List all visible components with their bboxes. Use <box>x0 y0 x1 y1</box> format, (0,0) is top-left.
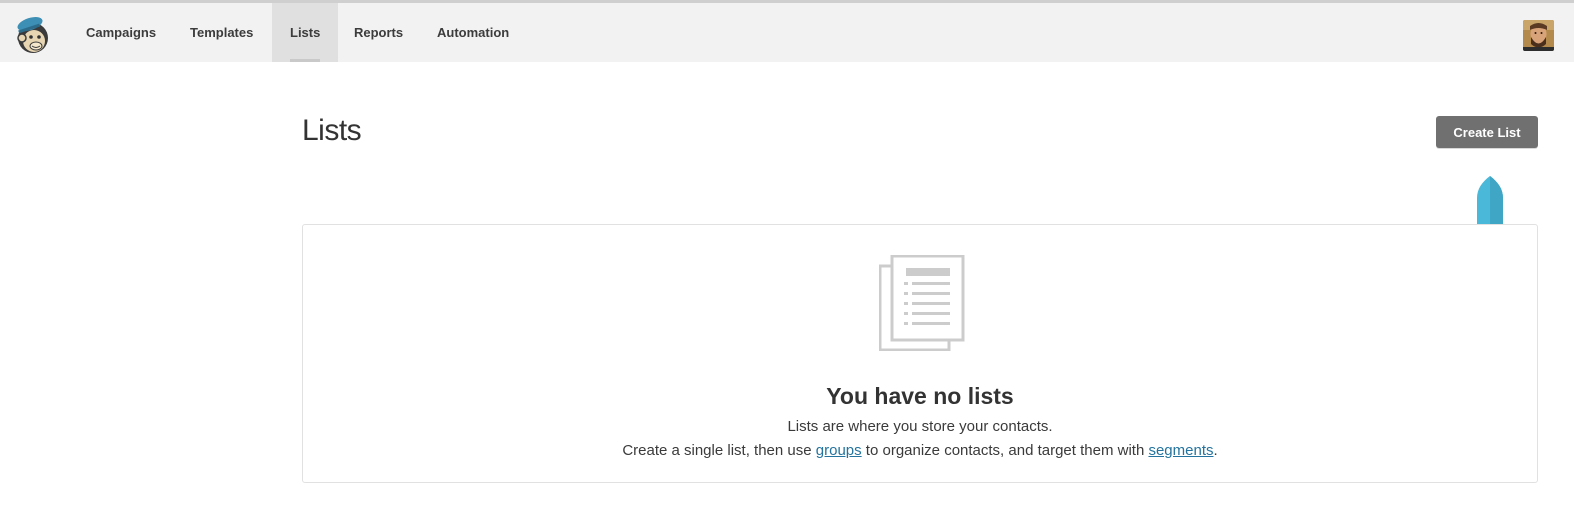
nav-automation[interactable]: Automation <box>419 3 527 62</box>
document-list-icon <box>878 254 965 352</box>
nav-reports[interactable]: Reports <box>336 3 421 62</box>
freddie-logo-icon[interactable] <box>13 15 51 55</box>
help-text-suffix: . <box>1213 442 1218 459</box>
empty-state-description: Lists are where you store your contacts. <box>787 418 1053 435</box>
groups-link[interactable]: groups <box>816 442 862 459</box>
nav-campaigns[interactable]: Campaigns <box>68 3 174 62</box>
create-list-button[interactable]: Create List <box>1436 116 1538 148</box>
empty-state-help-text: Create a single list, then use groups to… <box>303 442 1537 459</box>
nav-templates[interactable]: Templates <box>172 3 271 62</box>
nav-lists[interactable]: Lists <box>272 3 339 62</box>
user-avatar[interactable] <box>1523 20 1554 51</box>
help-text-middle: to organize contacts, and target them wi… <box>861 442 1149 459</box>
segments-link[interactable]: segments <box>1148 442 1213 459</box>
empty-state-heading: You have no lists <box>826 383 1014 409</box>
empty-state-card: You have no lists Lists are where you st… <box>302 224 1538 483</box>
top-navbar: Campaigns Templates Lists Reports Automa… <box>0 3 1574 62</box>
page-title: Lists <box>302 114 362 147</box>
help-text-prefix: Create a single list, then use <box>622 442 816 459</box>
